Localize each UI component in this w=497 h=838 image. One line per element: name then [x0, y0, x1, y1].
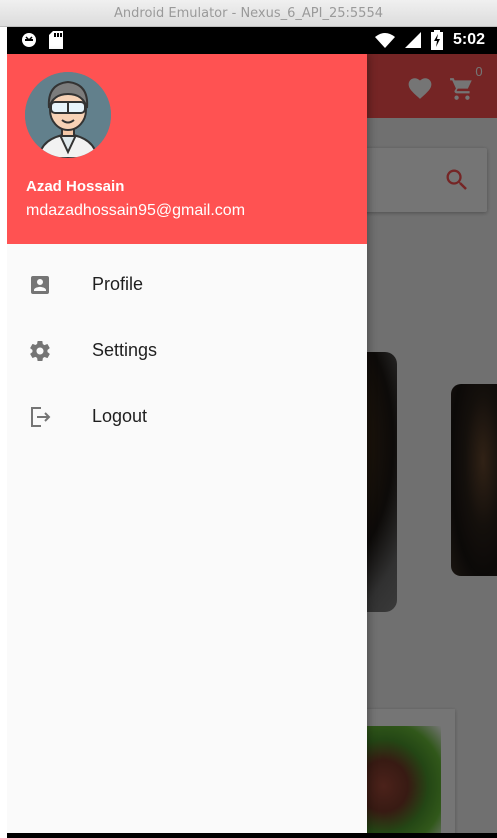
drawer-item-label: Logout	[92, 406, 148, 426]
window-title: Android Emulator - Nexus_6_API_25:5554	[114, 6, 383, 21]
drawer-header: Azad Hossain mdazadhossain95@gmail.com	[7, 54, 367, 244]
battery-charging-icon	[430, 30, 443, 50]
drawer-item-profile[interactable]: Profile	[7, 252, 367, 318]
status-bar: 5:02	[7, 27, 497, 54]
avatar[interactable]	[25, 72, 111, 158]
sd-card-icon	[49, 31, 63, 49]
navigation-bar	[7, 833, 497, 838]
drawer-item-logout[interactable]: Logout	[7, 384, 367, 450]
drawer-item-label: Settings	[92, 340, 158, 360]
drawer-item-settings[interactable]: Settings	[7, 318, 367, 384]
signal-icon	[404, 32, 421, 48]
navigation-drawer: Azad Hossain mdazadhossain95@gmail.com P…	[7, 54, 367, 838]
emulator-title-bar: Android Emulator - Nexus_6_API_25:5554	[0, 0, 497, 27]
device-screen: 5:02 0 ts	[7, 27, 497, 838]
download-notification-icon	[22, 33, 36, 47]
user-name: Azad Hossain	[26, 178, 125, 195]
gear-icon	[30, 341, 50, 361]
scientist-avatar-icon	[25, 72, 111, 158]
drawer-menu: Profile Settings Logout	[7, 252, 367, 450]
clock: 5:02	[452, 31, 485, 48]
user-email: mdazadhossain95@gmail.com	[26, 202, 246, 219]
drawer-item-label: Profile	[92, 274, 144, 294]
wifi-icon	[374, 33, 395, 48]
account-box-icon	[31, 276, 49, 294]
logout-icon	[31, 407, 51, 427]
